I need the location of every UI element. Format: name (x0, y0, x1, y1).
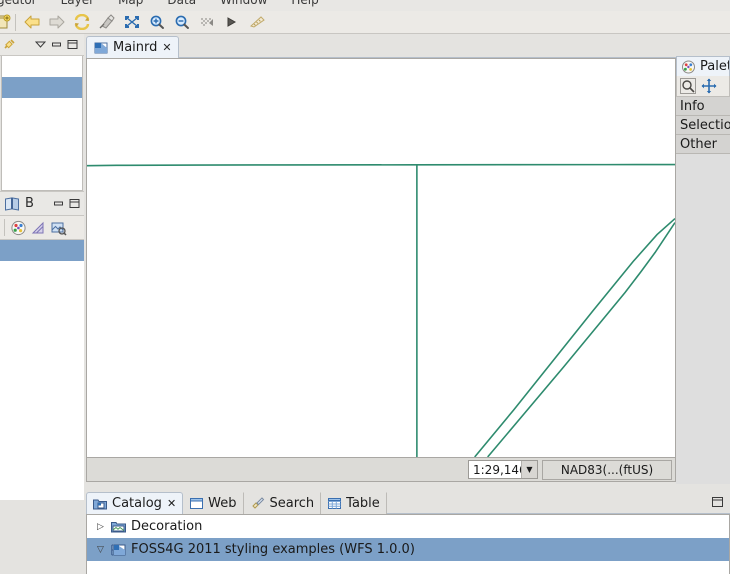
chevron-down-icon[interactable]: ▼ (521, 461, 537, 478)
application-window: gedtor Layer Map Data Window Help B Main… (0, 0, 730, 574)
left-panel-bottom-header: B (0, 191, 84, 216)
list-item[interactable] (0, 261, 84, 282)
palette-empty-area (676, 154, 730, 484)
menu-item-map[interactable]: Map (118, 0, 143, 7)
tree-row-foss4g-wfs[interactable]: ▽ FOSS4G 2011 styling examples (WFS 1.0.… (87, 538, 729, 561)
menu-item-help[interactable]: Help (291, 0, 318, 7)
zoom-out-icon[interactable] (169, 11, 194, 33)
menu-item-data[interactable]: Data (167, 0, 196, 7)
chevron-down-icon[interactable]: ▽ (95, 545, 106, 555)
main-toolbar (0, 11, 730, 34)
left-panel-bottom-toolbar (0, 216, 84, 240)
tab-palette[interactable]: Palette (676, 56, 730, 76)
menu-item-layer[interactable]: Layer (61, 0, 94, 7)
crs-button[interactable]: NAD83(...(ftUS) (542, 459, 672, 480)
refresh-icon[interactable] (69, 11, 94, 33)
wfs-service-icon (111, 543, 126, 557)
decoration-folder-icon (111, 520, 126, 534)
bottom-tab-bar: Catalog ✕ Web Search Table (84, 490, 730, 514)
menu-bar: gedtor Layer Map Data Window Help (0, 0, 730, 11)
layer-style-icon[interactable] (30, 220, 47, 236)
palette-icon[interactable] (10, 220, 27, 236)
map-status-bar: 1:29,146 ▼ NAD83(...(ftUS) (86, 458, 676, 482)
close-icon[interactable]: ✕ (162, 41, 171, 54)
palette-section-other[interactable]: Other (676, 135, 730, 154)
tree-row-label: FOSS4G 2011 styling examples (WFS 1.0.0) (131, 542, 415, 557)
zoom-extent-icon[interactable] (119, 11, 144, 33)
palette-view: Palette Info Selection Other (676, 56, 730, 484)
book-icon (4, 196, 21, 211)
minimize-icon[interactable] (51, 39, 62, 50)
ruler-icon[interactable] (244, 11, 269, 33)
map-editor-icon (94, 41, 108, 55)
left-panel-bottom-list[interactable] (0, 240, 84, 500)
table-icon (328, 497, 342, 510)
chevron-right-icon[interactable]: ▷ (95, 522, 106, 532)
catalog-icon (93, 497, 107, 511)
menu-item-gedtor[interactable]: gedtor (0, 0, 37, 7)
new-map-icon[interactable] (0, 11, 12, 33)
move-icon[interactable] (701, 78, 717, 94)
catalog-tree[interactable]: ▷ Decoration ▽ FOSS4G 2011 styling examp… (86, 514, 730, 574)
map-canvas[interactable] (87, 59, 675, 457)
web-icon (190, 497, 204, 510)
map-editor: Mainrd ✕ 1:29,146 ▼ NAD83(...(ftU (84, 34, 730, 484)
zoom-in-icon[interactable] (144, 11, 169, 33)
list-item[interactable] (2, 56, 82, 77)
bottom-view-stack: Catalog ✕ Web Search Table ▷ Decoration … (84, 490, 730, 574)
list-item[interactable] (2, 161, 82, 182)
map-vector-layer (87, 59, 675, 457)
magnifier-icon[interactable] (680, 78, 696, 94)
palette-tab-label: Palette (700, 59, 729, 74)
clear-selection-icon[interactable] (94, 11, 119, 33)
image-zoom-icon[interactable] (50, 220, 67, 236)
view-menu-icon[interactable] (35, 39, 46, 50)
close-icon[interactable]: ✕ (167, 497, 176, 510)
editor-tabbar-filler (178, 36, 730, 58)
scale-combo[interactable]: 1:29,146 ▼ (468, 460, 538, 479)
tab-label: Catalog (112, 496, 162, 511)
tree-row-decoration[interactable]: ▷ Decoration (87, 515, 729, 538)
forward-arrow-icon[interactable] (44, 11, 69, 33)
list-item-selected[interactable] (2, 77, 82, 98)
left-panel-column: B (0, 34, 84, 574)
maximize-icon[interactable] (67, 39, 78, 50)
palette-toolbar (676, 76, 730, 97)
list-item[interactable] (2, 98, 82, 119)
pointer-icon[interactable] (219, 11, 244, 33)
back-arrow-icon[interactable] (19, 11, 44, 33)
editor-tab-bar: Mainrd ✕ (84, 34, 730, 58)
tab-mainrd[interactable]: Mainrd ✕ (86, 36, 179, 58)
tab-label: Table (346, 496, 380, 511)
list-item[interactable] (0, 282, 84, 303)
list-item[interactable] (2, 119, 82, 140)
tab-label: Search (269, 496, 315, 511)
tab-catalog[interactable]: Catalog ✕ (86, 492, 184, 514)
pin-icon[interactable] (2, 37, 17, 52)
tab-search[interactable]: Search (244, 492, 322, 514)
palette-section-info[interactable]: Info (676, 97, 730, 116)
scale-value[interactable]: 1:29,146 (469, 463, 521, 477)
minimize-icon[interactable] (53, 198, 64, 209)
tab-label: Mainrd (113, 40, 158, 55)
tab-web[interactable]: Web (183, 492, 244, 514)
checker-icon[interactable] (194, 11, 219, 33)
list-item-selected[interactable] (0, 240, 84, 261)
left-panel-top-header (0, 34, 84, 56)
list-item[interactable] (2, 140, 82, 161)
tab-table[interactable]: Table (321, 492, 387, 514)
toolbar-separator (15, 13, 16, 31)
menu-item-window[interactable]: Window (220, 0, 267, 7)
maximize-icon[interactable] (69, 198, 80, 209)
palette-icon (681, 60, 696, 74)
search-icon (251, 497, 265, 510)
left-panel-bottom-title: B (25, 196, 34, 211)
tab-label: Web (208, 496, 237, 511)
bottom-tabbar-filler (386, 492, 730, 514)
palette-section-selection[interactable]: Selection (676, 116, 730, 135)
tree-row-label: Decoration (131, 519, 203, 534)
maximize-icon[interactable] (710, 494, 726, 510)
left-panel-top-list[interactable] (1, 56, 83, 191)
map-canvas-container[interactable] (86, 58, 676, 458)
